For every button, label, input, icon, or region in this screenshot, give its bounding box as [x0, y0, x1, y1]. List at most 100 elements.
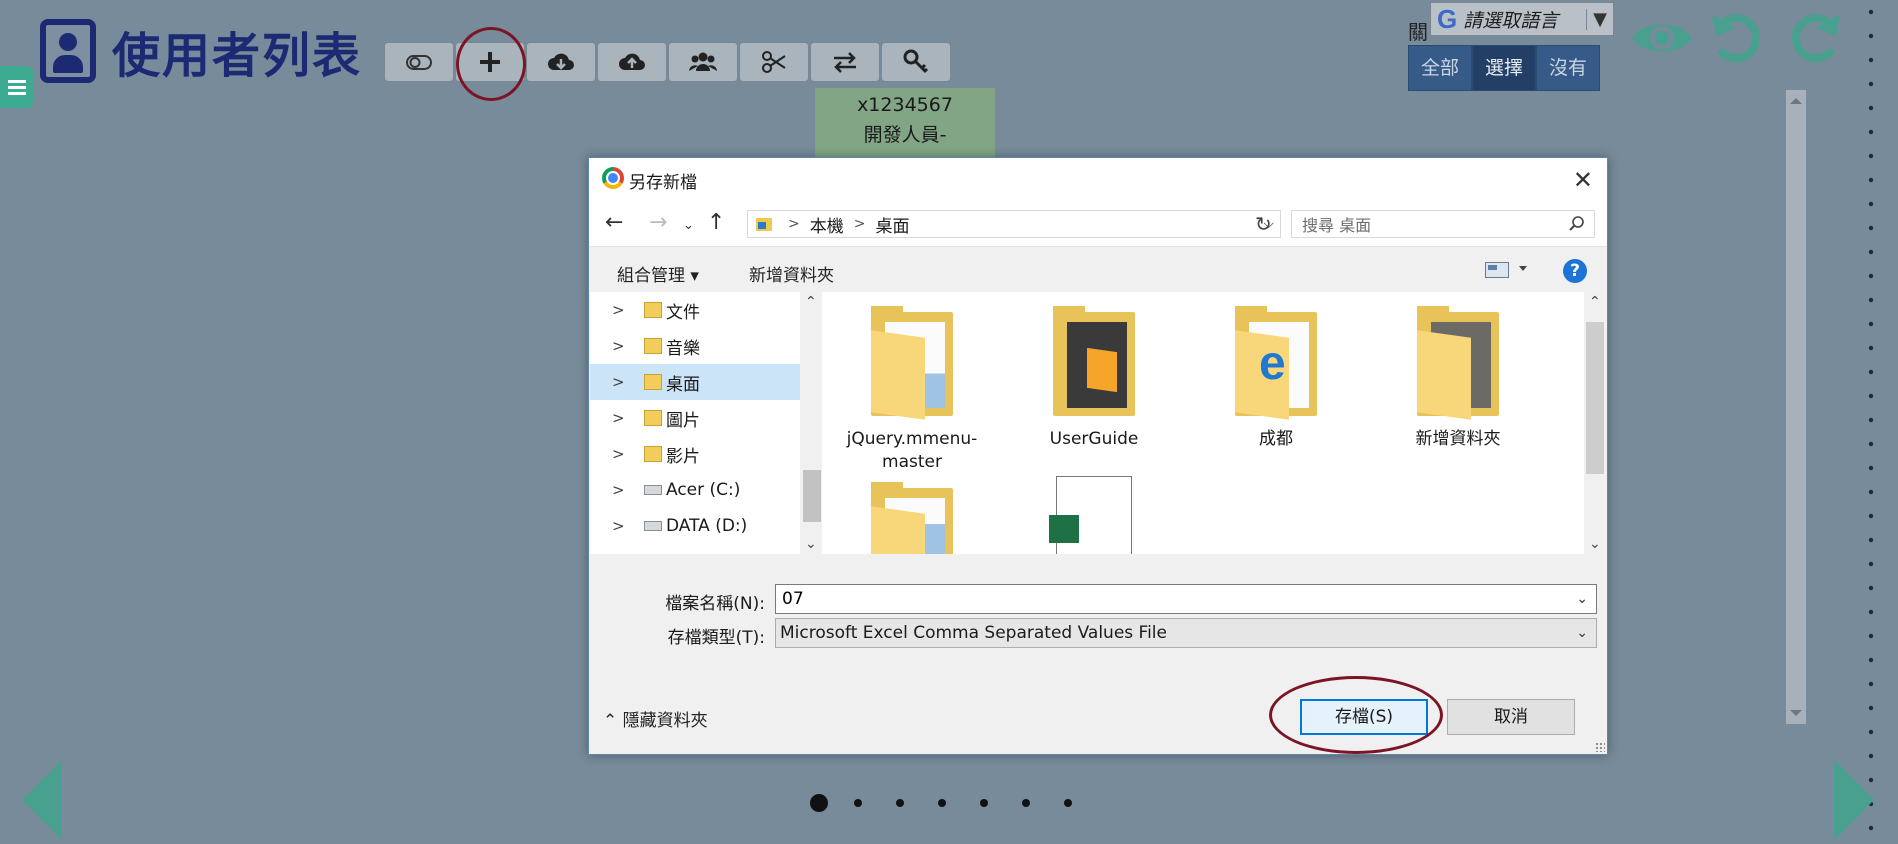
language-select[interactable]: G 請選取語言 ▼: [1430, 2, 1614, 36]
up-arrow-icon[interactable]: ↑: [707, 210, 725, 235]
toggle-button[interactable]: [384, 42, 454, 82]
scroll-up-icon[interactable]: ⌃: [805, 294, 817, 310]
refresh-icon[interactable]: ↻: [1255, 212, 1272, 236]
organize-menu[interactable]: 組合管理 ▾: [617, 261, 699, 286]
redo-icon[interactable]: [1780, 10, 1848, 66]
pagination-dots: [810, 794, 1106, 812]
resize-grip[interactable]: [1595, 742, 1605, 752]
user-card-tag: x1234567 開發人員-: [815, 88, 995, 162]
upload-button[interactable]: [597, 42, 667, 82]
folder-icon: e: [1235, 306, 1317, 420]
scope-selected-button[interactable]: 選擇: [1472, 45, 1537, 91]
user-role: 開發人員-: [863, 124, 947, 146]
new-folder-button[interactable]: 新增資料夾: [749, 261, 834, 286]
download-button[interactable]: [526, 42, 596, 82]
filetype-select[interactable]: Microsoft Excel Comma Separated Values F…: [775, 618, 1597, 648]
close-icon[interactable]: ✕: [1573, 166, 1593, 194]
file-list-scrollbar[interactable]: ⌃ ⌄: [1584, 292, 1606, 554]
scrollbar-thumb[interactable]: [1586, 322, 1604, 474]
chevron-right-icon[interactable]: >: [612, 517, 625, 535]
tree-item-documents[interactable]: > 文件: [590, 292, 800, 328]
user-card-icon: [40, 19, 96, 83]
desktop-folder-icon: [756, 217, 772, 231]
page-dot-6[interactable]: [1022, 799, 1030, 807]
folder-item[interactable]: jQuery.mmenu-master: [832, 292, 992, 474]
scroll-down-icon[interactable]: ⌄: [1589, 536, 1601, 552]
folder-item[interactable]: UserGuide: [1014, 292, 1174, 451]
file-list: jQuery.mmenu-master UserGuide e 成都 新增資料夾: [822, 292, 1584, 554]
help-icon[interactable]: ?: [1563, 259, 1587, 283]
hamburger-icon: [8, 85, 26, 89]
chevron-down-icon[interactable]: ⌄: [1576, 591, 1588, 607]
forward-arrow-icon[interactable]: →: [649, 210, 667, 235]
folder-icon: [1053, 306, 1135, 416]
group-button[interactable]: [668, 42, 738, 82]
filename-field[interactable]: ⌄: [775, 584, 1597, 614]
chevron-right-icon[interactable]: >: [612, 373, 625, 391]
folder-label: jQuery.mmenu-master: [846, 429, 978, 472]
side-menu-toggle[interactable]: [0, 66, 34, 108]
folder-item[interactable]: 新增資料夾: [1378, 292, 1538, 451]
chevron-right-icon[interactable]: >: [612, 301, 625, 319]
tree-item-music[interactable]: > 音樂: [590, 328, 800, 364]
page-title: 使用者列表: [40, 16, 362, 86]
address-bar[interactable]: > 本機 > 桌面 ⌵: [747, 210, 1281, 238]
language-label: 關: [1408, 20, 1428, 44]
recent-chevron-icon[interactable]: ⌄: [683, 218, 694, 233]
scroll-down-icon: [1790, 710, 1802, 716]
page-dot-3[interactable]: [896, 799, 904, 807]
key-button[interactable]: [881, 42, 951, 82]
chevron-down-icon[interactable]: [1519, 266, 1527, 271]
tree-item-drive-c[interactable]: > Acer (C:): [590, 472, 800, 508]
folder-item[interactable]: e 成都: [1196, 292, 1356, 451]
page-scrollbar[interactable]: [1786, 90, 1806, 724]
search-input[interactable]: [1300, 212, 1554, 238]
page-dot-4[interactable]: [938, 799, 946, 807]
scroll-up-icon[interactable]: ⌃: [1589, 294, 1601, 310]
cancel-button[interactable]: 取消: [1447, 699, 1575, 735]
folder-item[interactable]: [832, 482, 992, 554]
eye-icon[interactable]: [1628, 10, 1696, 66]
file-item[interactable]: [1014, 476, 1174, 554]
documents-icon: [644, 302, 662, 318]
breadcrumb-desktop[interactable]: 桌面: [875, 212, 909, 237]
filetype-value: Microsoft Excel Comma Separated Values F…: [780, 623, 1167, 643]
scope-none-button[interactable]: 沒有: [1536, 45, 1601, 91]
cut-button[interactable]: [739, 42, 809, 82]
breadcrumb-this-pc[interactable]: 本機: [810, 212, 844, 237]
language-select-text: 請選取語言: [1463, 9, 1559, 32]
scrollbar-thumb[interactable]: [803, 470, 821, 522]
dialog-title: 另存新檔: [629, 173, 697, 193]
page-dot-5[interactable]: [980, 799, 988, 807]
page-dot-7[interactable]: [1064, 799, 1072, 807]
chevron-right-icon[interactable]: >: [612, 409, 625, 427]
tree-item-videos[interactable]: > 影片: [590, 436, 800, 472]
page-dot-1[interactable]: [810, 794, 828, 812]
chevron-right-icon[interactable]: >: [612, 481, 625, 499]
prev-page-arrow-icon[interactable]: [22, 760, 62, 840]
tree-item-drive-d[interactable]: > DATA (D:): [590, 508, 800, 544]
folder-label: 新增資料夾: [1415, 429, 1501, 449]
chevron-right-icon[interactable]: >: [612, 337, 625, 355]
pictures-icon: [644, 410, 662, 426]
filename-input[interactable]: [780, 588, 1524, 610]
navigation-pane-scrollbar[interactable]: ⌃ ⌄: [800, 292, 824, 554]
scope-all-button[interactable]: 全部: [1408, 45, 1473, 91]
tree-item-pictures[interactable]: > 圖片: [590, 400, 800, 436]
user-id: x1234567: [857, 94, 953, 116]
drive-icon: [644, 521, 662, 531]
search-box[interactable]: [1291, 210, 1595, 238]
next-page-arrow-icon[interactable]: [1834, 760, 1874, 840]
tree-item-desktop[interactable]: > 桌面: [590, 364, 800, 400]
hide-folders-toggle[interactable]: ⌃ 隱藏資料夾: [603, 706, 708, 731]
users-icon: [689, 52, 717, 71]
undo-icon[interactable]: [1704, 10, 1772, 66]
chevron-down-icon: ▼: [1586, 8, 1613, 30]
view-options-icon[interactable]: [1485, 262, 1509, 278]
scroll-down-icon[interactable]: ⌄: [805, 536, 817, 552]
back-arrow-icon[interactable]: ←: [605, 210, 623, 235]
chevron-right-icon[interactable]: >: [612, 445, 625, 463]
page-dot-2[interactable]: [854, 799, 862, 807]
swap-button[interactable]: [810, 42, 880, 82]
side-dots-divider: [1868, 0, 1874, 844]
